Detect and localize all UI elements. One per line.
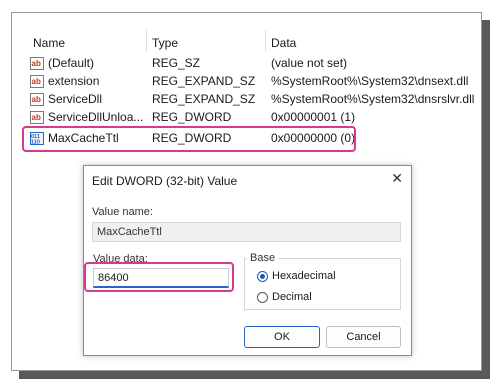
base-label: Base <box>247 252 279 264</box>
base-groupbox <box>244 258 401 310</box>
row-name: ServiceDllUnloa... <box>48 110 144 124</box>
row-data: 0x00000001 (1) <box>271 110 356 124</box>
row-data: %SystemRoot%\System32\dnsext.dll <box>271 74 469 88</box>
registry-row[interactable]: ab extension REG_EXPAND_SZ %SystemRoot%\… <box>0 73 500 91</box>
row-type: REG_SZ <box>152 56 201 70</box>
string-value-icon: ab <box>30 75 44 88</box>
hexadecimal-label[interactable]: Hexadecimal <box>272 270 336 282</box>
svg-text:ab: ab <box>32 77 41 86</box>
highlight-box-row <box>22 126 356 152</box>
column-header-type[interactable]: Type <box>152 36 178 50</box>
string-value-icon: ab <box>30 57 44 70</box>
decimal-label[interactable]: Decimal <box>272 291 312 303</box>
row-name: extension <box>48 74 100 88</box>
svg-text:ab: ab <box>32 95 41 104</box>
row-type: REG_DWORD <box>152 110 232 124</box>
decimal-radio[interactable] <box>257 292 268 303</box>
svg-text:ab: ab <box>32 113 41 122</box>
edit-dword-dialog: Edit DWORD (32-bit) Value ✕ Value name: … <box>83 165 412 356</box>
column-header-name[interactable]: Name <box>33 36 65 50</box>
row-data: (value not set) <box>271 56 348 70</box>
row-type: REG_EXPAND_SZ <box>152 92 256 106</box>
column-header-data[interactable]: Data <box>271 36 296 50</box>
registry-row[interactable]: ab ServiceDll REG_EXPAND_SZ %SystemRoot%… <box>0 91 500 109</box>
column-separator[interactable] <box>265 30 266 52</box>
value-name-field: MaxCacheTtl <box>92 222 401 242</box>
highlight-box-input <box>84 262 234 292</box>
registry-row[interactable]: ab (Default) REG_SZ (value not set) <box>0 55 500 73</box>
registry-row[interactable]: ab ServiceDllUnloa... REG_DWORD 0x000000… <box>0 109 500 127</box>
cancel-button[interactable]: Cancel <box>326 326 401 348</box>
column-separator[interactable] <box>146 30 147 52</box>
dialog-title: Edit DWORD (32-bit) Value <box>92 174 238 188</box>
row-data: %SystemRoot%\System32\dnsrslvr.dll <box>271 92 475 106</box>
close-icon[interactable]: ✕ <box>391 170 403 187</box>
string-value-icon: ab <box>30 93 44 106</box>
svg-text:ab: ab <box>32 59 41 68</box>
ok-button[interactable]: OK <box>244 326 320 348</box>
hexadecimal-radio[interactable] <box>257 271 268 282</box>
string-value-icon: ab <box>30 111 44 124</box>
row-name: (Default) <box>48 56 95 70</box>
row-type: REG_EXPAND_SZ <box>152 74 256 88</box>
value-name-label: Value name: <box>92 206 153 218</box>
row-name: ServiceDll <box>48 92 103 106</box>
